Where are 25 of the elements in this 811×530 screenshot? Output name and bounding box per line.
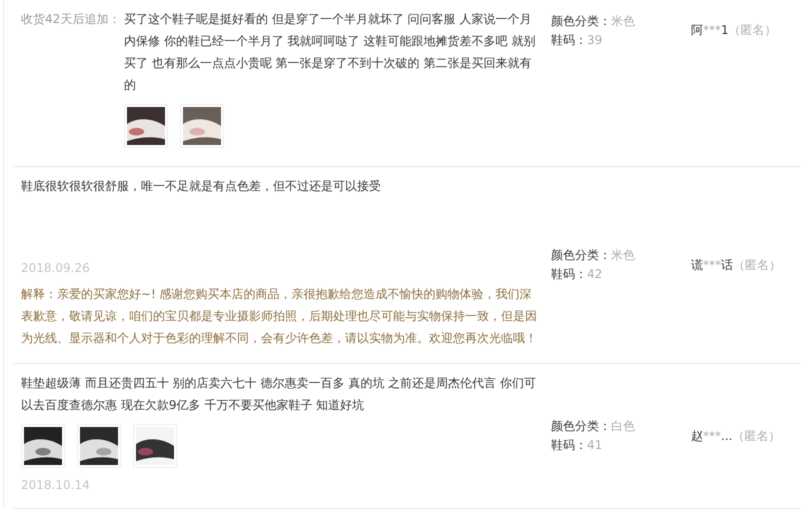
append-label: 收货42天后追加： [21, 11, 122, 28]
attribute-value: 白色 [611, 419, 635, 433]
review-text: 买了这个鞋子呢是挺好看的 但是穿了一个半月就坏了 问问客服 人家说一个月内保修 你的鞋已经一个半月了 我就呵呵哒了 这鞋可能跟地摊货差不多吧 就别买了 也有那么一点点小贵呢 第一张是穿了不到十次破的 第二张是买回来就有的 [124, 11, 536, 94]
attribute-value: 42 [587, 267, 602, 281]
attribute-value: 41 [587, 438, 602, 452]
seller-reply: 解释：亲爱的买家您好~! 感谢您购买本店的商品，亲很抱歉给您造成不愉快的购物体验，我们深表歉意，敬请见谅，咱们的宝贝都是专业摄影师拍照，后期处理也尽可能与实物保持一致，但是因为光线、显示器和个人对于色彩的理解不同，会有少许色差，请以实物为准。欢迎您再次光临哦！ [21, 286, 538, 347]
review-text: 鞋垫超级薄 而且还贵四五十 别的店卖六七十 德尔惠卖一百多 真的坑 之前还是周杰伦代言 你们可以去百度查德尔惠 现在欠款9亿多 千万不要买他家鞋子 知道好坑 [21, 375, 537, 414]
anonymous-label: （匿名） [732, 428, 780, 445]
anonymous-label: （匿名） [733, 257, 781, 274]
attribute-label: 颜色分类： [551, 419, 611, 433]
attribute-value: 米色 [611, 14, 635, 28]
attribute-value: 米色 [611, 248, 635, 262]
review-text: 鞋底很软很软很舒服，唯一不足就是有点色差，但不过还是可以接受 [21, 178, 382, 195]
user-name: 赵***... [691, 428, 732, 445]
attribute-label: 颜色分类： [551, 248, 611, 262]
attribute-label: 鞋码： [551, 33, 587, 47]
attribute-label: 颜色分类： [551, 14, 611, 28]
review-date: 2018.10.14 [21, 477, 91, 494]
anonymous-label: （匿名） [728, 22, 777, 39]
review-date: 2018.09.26 [21, 260, 91, 277]
user-name: 谎***话 [691, 257, 733, 274]
attribute-label: 鞋码： [551, 438, 587, 452]
attribute-label: 鞋码： [551, 267, 587, 281]
attribute-value: 39 [587, 33, 602, 47]
user-name: 阿***1 [691, 22, 729, 39]
